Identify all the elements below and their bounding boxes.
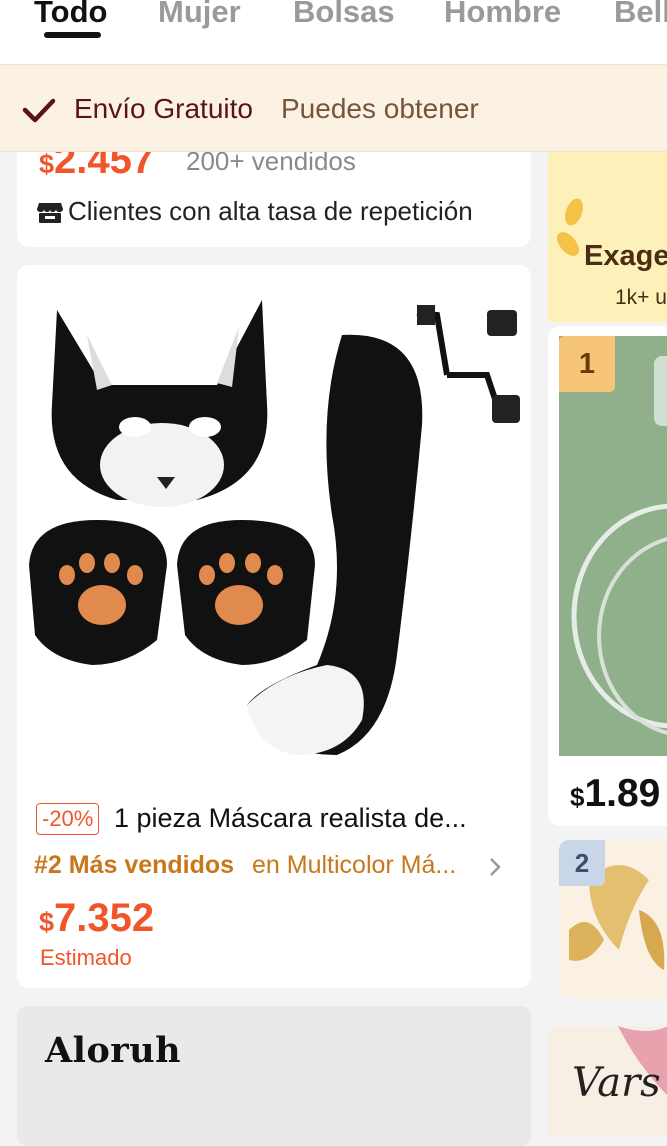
brand-logo: Vars [572,1060,661,1106]
active-tab-indicator [44,32,101,38]
promo-subtitle: 1k+ u [615,286,667,309]
product-image[interactable] [559,336,667,756]
chevron-right-icon[interactable] [487,855,503,879]
ranking-category[interactable]: en Multicolor Má... [252,851,474,880]
category-tab-bar: Todo Mujer Bolsas Hombre Bell [0,0,667,64]
brand-card[interactable]: Aloruh [17,1006,531,1146]
tab-hombre[interactable]: Hombre [444,0,561,32]
banner-subtitle: Puedes obtener [281,93,479,124]
ranking-label[interactable]: #2 Más vendidos [34,851,234,880]
tab-todo[interactable]: Todo [34,0,107,32]
free-shipping-banner[interactable]: Envío Gratuito Puedes obtener [0,64,667,152]
product-card-mask[interactable]: -20% 1 pieza Máscara realista de... #2 M… [17,265,531,988]
tab-bell[interactable]: Bell [614,0,667,32]
tab-bolsas[interactable]: Bolsas [293,0,395,32]
rank-badge: 2 [559,840,605,886]
paw-left-shape [29,520,167,665]
promo-title: Exage [584,240,667,272]
brand-logo: Aloruh [45,1030,182,1071]
product-title[interactable]: 1 pieza Máscara realista de... [114,799,514,837]
discount-badge: -20% [36,803,100,835]
rank-badge: 1 [559,336,615,392]
product-price: $1.89 [570,772,661,815]
price-estimated-label: Estimado [40,945,132,970]
brand-card-right[interactable]: Vars [548,1026,667,1136]
product-price: $7.352 [39,896,155,940]
ranked-product-card-1[interactable]: 1 $1.89 [548,326,667,826]
repeat-customers-tag: Clientes con alta tasa de repetición [68,196,473,226]
store-icon [37,203,63,223]
promo-card[interactable]: Exage 1k+ u [548,152,667,322]
paw-right-shape [177,520,315,665]
banner-title: Envío Gratuito [74,93,253,124]
tab-mujer[interactable]: Mujer [158,0,241,32]
ranked-product-card-2[interactable]: 2 [559,840,667,998]
check-icon [22,98,56,123]
product-image[interactable] [17,265,531,765]
